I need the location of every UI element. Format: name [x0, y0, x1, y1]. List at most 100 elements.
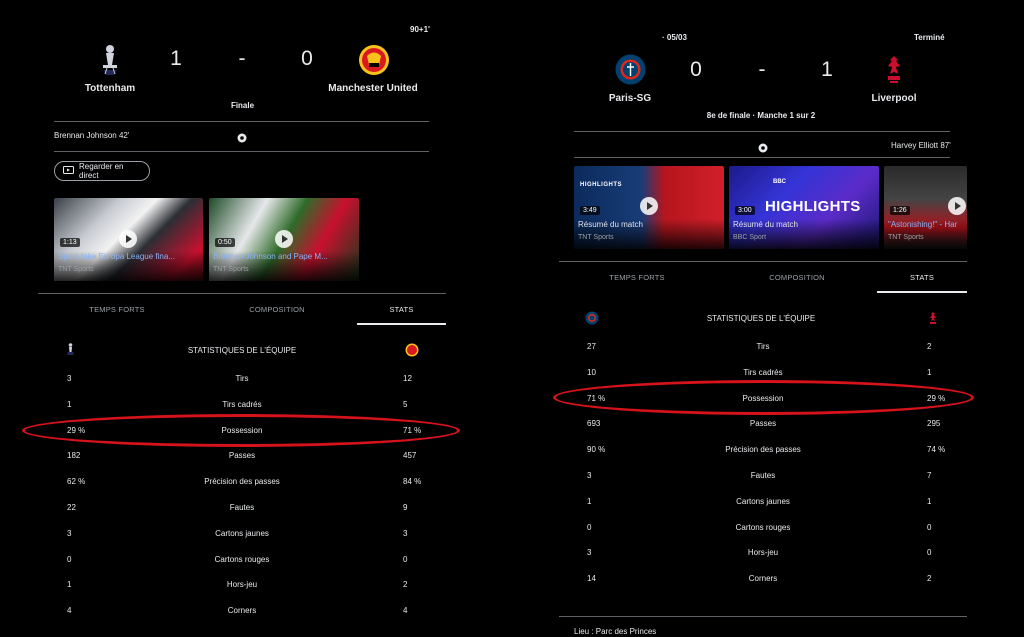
play-icon[interactable]: [640, 197, 658, 215]
stat-row: 3 Tirs 12: [0, 374, 460, 386]
video-title[interactable]: Spurs take Europa League fina...: [58, 252, 201, 261]
stat-row: 0 Cartons rouges 0: [0, 555, 460, 567]
divider: [574, 157, 950, 158]
video-card[interactable]: 1:13 Spurs take Europa League fina... TN…: [54, 198, 203, 281]
tab-stats[interactable]: STATS: [877, 273, 967, 282]
stat-home-value: 182: [67, 451, 81, 461]
stat-row: 14 Corners 2: [556, 574, 986, 586]
stat-row: 182 Passes 457: [0, 451, 460, 463]
divider: [54, 121, 429, 122]
stat-label: Corners: [748, 574, 778, 584]
stat-away-value: 1: [927, 367, 932, 377]
stat-row: 3 Fautes 7: [556, 471, 986, 483]
manchester-united-crest-icon[interactable]: [358, 43, 390, 77]
match-status: Finale: [230, 101, 255, 110]
home-score: 0: [690, 58, 702, 81]
divider: [574, 131, 950, 132]
stat-away-value: 7: [927, 471, 932, 480]
video-overlay-text: HIGHLIGHTS: [580, 182, 622, 188]
tab-highlights[interactable]: TEMPS FORTS: [582, 273, 692, 282]
stat-away-value: 2: [927, 342, 932, 351]
stat-row: 62 % Précision des passes 84 %: [0, 477, 460, 489]
stat-away-value: 2: [403, 580, 408, 590]
play-icon[interactable]: [119, 230, 137, 248]
tab-highlights[interactable]: TEMPS FORTS: [63, 305, 171, 314]
video-duration: 3:00: [735, 206, 755, 215]
stat-row: 3 Cartons jaunes 3: [0, 529, 460, 541]
stat-home-value: 1: [587, 496, 592, 506]
stat-label: Hors-jeu: [226, 580, 258, 590]
stat-row: 693 Passes 295: [556, 419, 986, 431]
video-card[interactable]: HIGHLIGHTS 3:49 Résumé du match TNT Spor…: [574, 166, 724, 249]
stat-label: Tirs cadrés: [222, 399, 262, 409]
stat-label: Tirs cadrés: [743, 367, 783, 377]
manchester-united-small-crest-icon: [405, 343, 419, 362]
stat-home-value: 10: [587, 367, 596, 377]
match-status: Terminé: [914, 33, 945, 42]
tab-stats-indicator: [877, 291, 967, 293]
stat-home-value: 3: [587, 548, 592, 558]
goal-scorer[interactable]: Harvey Elliott 87': [891, 141, 951, 150]
stat-away-value: 74 %: [927, 445, 946, 455]
stat-label: Passes: [228, 451, 256, 461]
video-source: TNT Sports: [578, 234, 614, 241]
stat-away-value: 2: [927, 574, 932, 584]
home-score: 1: [170, 47, 182, 70]
stat-label: Cartons jaunes: [736, 496, 790, 506]
goal-scorer[interactable]: Brennan Johnson 42': [54, 131, 129, 140]
away-team-name[interactable]: Manchester United: [318, 83, 428, 94]
home-team-name[interactable]: Tottenham: [60, 83, 160, 94]
tab-stats-indicator: [357, 323, 446, 325]
divider: [559, 261, 967, 262]
video-title[interactable]: "Astonishing!" - Har: [888, 220, 965, 229]
tottenham-small-crest-icon: [66, 343, 75, 361]
stat-row: 27 Tirs 2: [556, 342, 986, 354]
video-card[interactable]: 0:50 Brennan Johnson and Pape M... TNT S…: [209, 198, 359, 281]
possession-highlight-oval: [22, 414, 460, 447]
team-stats-title: STATISTIQUES DE L'ÉQUIPE: [706, 314, 816, 323]
score-separator: -: [238, 47, 246, 70]
divider: [54, 151, 429, 152]
venue-label: Lieu : Parc des Princes: [574, 627, 657, 636]
score-separator: -: [758, 58, 766, 81]
stat-label: Fautes: [750, 471, 776, 480]
match-card-psg-liverpool: · 05/03 Terminé Paris-SG 0 - 1 Liverpool…: [553, 0, 986, 637]
play-icon[interactable]: [948, 197, 966, 215]
stat-away-value: 0: [927, 548, 932, 558]
match-card-tottenham-manutd: 90+1' Tottenham 1 - 0 Manchester United …: [0, 0, 460, 637]
tab-stats[interactable]: STATS: [357, 305, 446, 314]
stat-home-value: 22: [67, 503, 76, 512]
video-title[interactable]: Résumé du match: [578, 220, 722, 229]
stat-home-value: 62 %: [67, 477, 86, 487]
stat-away-value: 5: [403, 399, 408, 409]
stat-home-value: 14: [587, 574, 596, 584]
stat-row: 22 Fautes 9: [0, 503, 460, 515]
liverpool-crest-icon[interactable]: [881, 54, 907, 86]
video-title[interactable]: Résumé du match: [733, 220, 877, 229]
video-duration: 1:13: [60, 238, 80, 247]
stat-away-value: 1: [927, 496, 932, 506]
stat-row: 3 Hors-jeu 0: [556, 548, 986, 560]
stat-label: Cartons rouges: [735, 522, 791, 532]
tottenham-crest-icon[interactable]: [97, 43, 123, 77]
away-team-name[interactable]: Liverpool: [854, 93, 934, 104]
play-icon[interactable]: [275, 230, 293, 248]
tab-lineup[interactable]: COMPOSITION: [222, 305, 332, 314]
stat-label: Précision des passes: [725, 445, 801, 455]
video-duration: 1:26: [890, 206, 910, 215]
video-source: BBC Sport: [733, 234, 767, 241]
video-card[interactable]: 1:26 "Astonishing!" - Har TNT Sports: [884, 166, 967, 249]
psg-crest-icon[interactable]: [615, 54, 646, 85]
stat-home-value: 693: [587, 419, 601, 429]
video-source: TNT Sports: [213, 266, 249, 273]
away-score: 0: [301, 47, 313, 70]
video-card[interactable]: BBC HIGHLIGHTS 3:00 Résumé du match BBC …: [729, 166, 879, 249]
stat-home-value: 0: [587, 522, 592, 532]
home-team-name[interactable]: Paris-SG: [590, 93, 670, 104]
stat-away-value: 4: [403, 606, 408, 616]
tab-lineup[interactable]: COMPOSITION: [742, 273, 852, 282]
stat-row: 1 Hors-jeu 2: [0, 580, 460, 592]
video-title[interactable]: Brennan Johnson and Pape M...: [213, 252, 357, 261]
watch-live-button[interactable]: Regarder en direct: [54, 161, 150, 181]
stat-home-value: 27: [587, 342, 596, 351]
